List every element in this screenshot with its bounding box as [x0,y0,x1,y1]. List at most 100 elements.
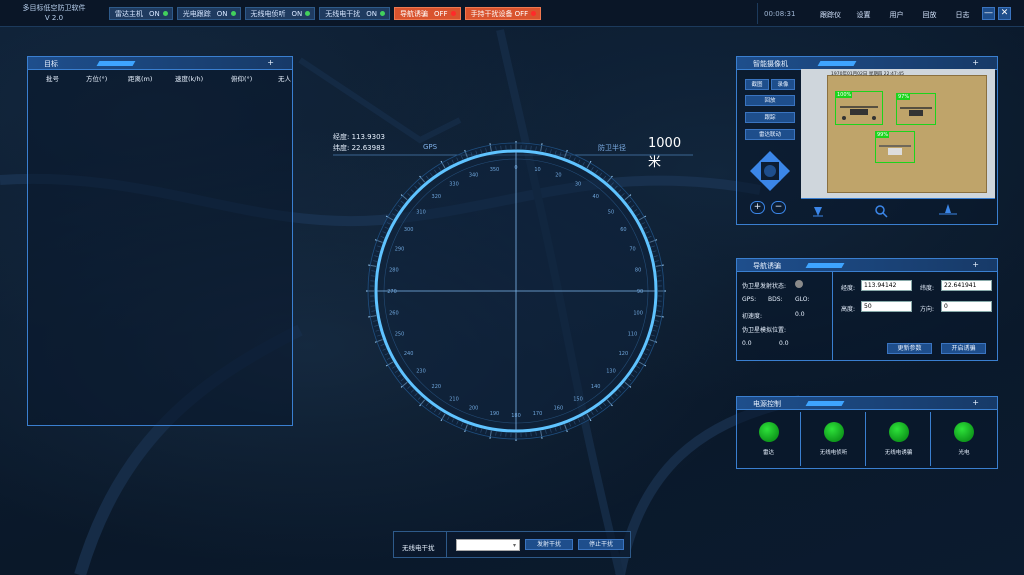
power-on-indicator [824,422,844,442]
playback-button[interactable]: 回放 [745,95,795,106]
toggle-electro-optical[interactable]: 光电跟踪 ON [176,7,241,20]
stop-jammer-button[interactable]: 停止干扰 [578,539,624,550]
ptz-up-icon[interactable] [759,151,781,162]
radar-bearing-label: 330 [449,182,459,188]
radar-graphic[interactable]: 0 10 20 30 40 50 60 70 80 90 100 110 120 130 140 150 160… [333,130,693,460]
update-params-button[interactable]: 更新参数 [887,343,932,354]
radar-bearing-label: 20 [555,172,561,178]
nav-log[interactable]: 日志 [946,10,979,20]
radar-bearing-label: 190 [490,411,500,417]
toggle-label: 手持干扰设备 [470,9,513,18]
record-button[interactable]: 录像 [771,79,795,90]
toggle-label: 雷达主机 [115,9,143,18]
latitude-input[interactable] [941,280,992,291]
radar-bearing-label: 10 [534,167,540,173]
radar-bearing-label: 210 [449,396,459,402]
camera-timestamp: 1970年01月02日 星期四 22:47:45 [831,72,904,77]
track-button[interactable]: 跟踪 [745,112,795,123]
init-speed-label: 初速度: [742,313,763,320]
header-accent [805,401,845,406]
zoom-out-button[interactable]: − [771,201,786,214]
minimize-button[interactable]: — [982,7,995,20]
column-header: 批号 [46,75,59,83]
start-spoof-button[interactable]: 开启诱骗 [941,343,986,354]
altitude-input[interactable] [861,301,912,312]
longitude-label: 经度: [841,285,856,292]
toggle-radio-jammer[interactable]: 无线电干扰 ON [319,7,390,20]
toggle-label: 无线电干扰 [325,9,361,18]
button-label: 跟踪 [764,115,776,121]
radar-bearing-label: 40 [593,194,599,200]
camera-feed[interactable]: 1970年01月02日 星期四 22:47:45 100% 97% 99% [801,69,995,198]
gps-label: GPS: [742,296,757,303]
radar-bearing-label: 230 [416,369,426,375]
radar-bearing-label: 30 [575,182,581,188]
power-radar[interactable]: 雷达 [737,412,801,466]
ptz-right-icon[interactable] [779,160,790,182]
search-icon[interactable] [874,204,888,218]
direction-label: 方向: [920,306,935,313]
detection-box: 97% [896,93,936,125]
longitude-input[interactable] [861,280,912,291]
power-radio-monitor[interactable]: 无线电侦听 [802,412,866,466]
ptz-direction-pad[interactable] [748,149,792,193]
top-nav: 跟踪仪 设置 用户 回放 日志 [814,10,979,20]
detection-box: 100% [835,91,883,125]
radar-bearing-label: 70 [629,247,635,253]
power-radio-spoof[interactable]: 无线电诱骗 [867,412,931,466]
power-on-indicator [954,422,974,442]
init-speed-value: 0.0 [795,311,805,318]
add-icon[interactable]: + [972,260,979,269]
radar-bearing-label: 150 [573,396,583,402]
toggle-state: ON [149,9,160,18]
radar-link-button[interactable]: 雷达联动 [745,129,795,140]
panel-title: 导航诱骗 [753,262,781,270]
toggle-label: 光电跟踪 [182,9,211,18]
zoom-in-icon: + [753,202,762,212]
jammer-band-select[interactable]: ▾ [456,539,520,551]
clock: 00:08:31 [764,10,796,18]
detection-box: 99% [875,131,915,163]
ptz-center-icon[interactable] [764,165,776,177]
zoom-in-button[interactable]: + [750,201,765,214]
radar-bearing-label: 240 [404,351,414,357]
focus-far-icon[interactable] [937,202,959,216]
column-header: 速度(k/h) [175,75,204,83]
add-icon[interactable]: + [267,58,274,67]
ptz-down-icon[interactable] [759,180,781,191]
button-label: 更新参数 [897,345,922,352]
nav-playback[interactable]: 回放 [913,10,946,20]
glo-label: GLO: [795,296,810,303]
nav-settings[interactable]: 设置 [847,10,880,20]
status-dot-icon [162,11,168,16]
radar-bearing-label: 270 [387,289,397,295]
app-version: V 2.0 [44,14,64,22]
nav-users[interactable]: 用户 [880,10,913,20]
snapshot-button[interactable]: 截图 [745,79,769,90]
fire-jammer-button[interactable]: 发射干扰 [525,539,573,550]
radar-bearing-label: 130 [606,369,616,375]
toggle-radio-monitor[interactable]: 无线电侦听 ON [244,7,316,20]
toggle-radar-host[interactable]: 雷达主机 ON [109,7,173,20]
nav-tracker[interactable]: 跟踪仪 [814,10,847,20]
power-label: 雷达 [762,450,774,456]
direction-input[interactable] [941,301,992,312]
jammer-control-bar: 无线电干扰 ▾ 发射干扰 停止干扰 [393,531,631,558]
add-icon[interactable]: + [972,398,979,407]
toggle-nav-spoof[interactable]: 导航诱骗 OFF [394,7,461,20]
ptz-left-icon[interactable] [750,160,761,182]
nav-spoof-divider [832,272,833,361]
radar-bearing-label: 90 [637,289,643,295]
power-electro-optical[interactable]: 光电 [932,412,996,466]
app-title: 多目标低空防卫软件 V 2.0 [14,3,94,23]
top-bar: 多目标低空防卫软件 V 2.0 雷达主机 ON 光电跟踪 ON 无线电侦听 ON… [0,0,1024,27]
close-button[interactable]: ✕ [998,7,1011,20]
add-icon[interactable]: + [972,58,979,67]
close-icon: ✕ [1000,8,1009,18]
button-label: 截图 [751,82,763,88]
jammer-label: 无线电干扰 [402,544,435,552]
camera-divider [801,198,995,199]
button-label: 雷达联动 [758,132,781,138]
toggle-handheld-jammer[interactable]: 手持干扰设备 OFF [464,7,542,20]
focus-near-icon[interactable] [811,204,825,218]
